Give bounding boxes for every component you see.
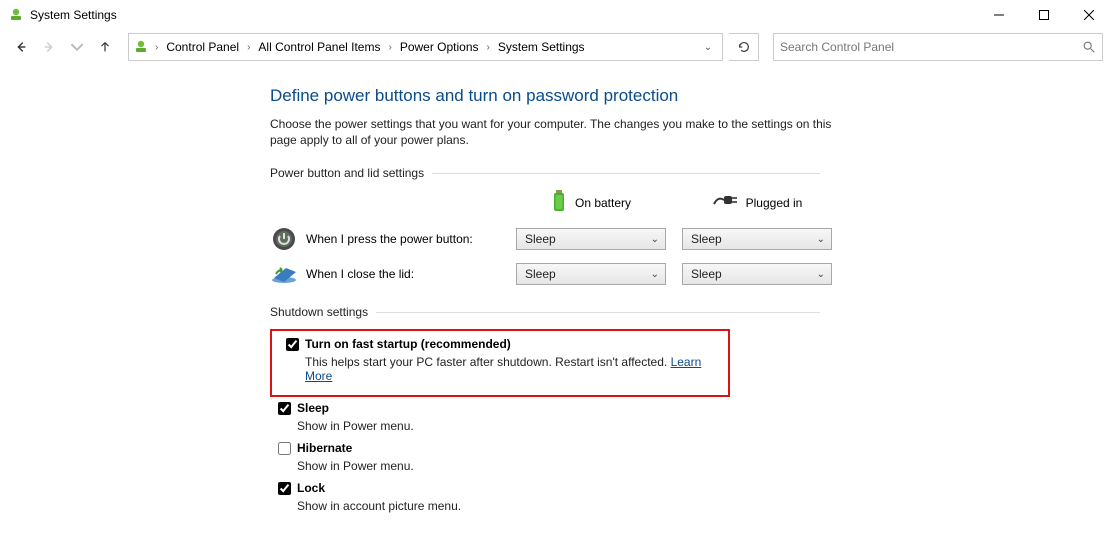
chevron-down-icon: ⌄ xyxy=(651,234,659,245)
window-title: System Settings xyxy=(30,8,117,22)
checkbox-fast-startup[interactable] xyxy=(286,338,299,351)
maximize-button[interactable] xyxy=(1021,1,1066,29)
select-lid-battery[interactable]: Sleep⌄ xyxy=(516,263,666,285)
chevron-right-icon[interactable]: › xyxy=(386,42,393,53)
label-sleep: Sleep xyxy=(297,401,329,415)
chevron-down-icon: ⌄ xyxy=(651,269,659,280)
forward-button[interactable] xyxy=(38,36,60,58)
minimize-button[interactable] xyxy=(976,1,1021,29)
section-heading-power-lid: Power button and lid settings xyxy=(270,166,820,180)
desc-hibernate: Show in Power menu. xyxy=(297,459,820,473)
label-fast-startup: Turn on fast startup (recommended) xyxy=(305,337,511,351)
lid-icon xyxy=(270,264,298,284)
chevron-down-icon: ⌄ xyxy=(817,269,825,280)
desc-sleep: Show in Power menu. xyxy=(297,419,820,433)
close-button[interactable] xyxy=(1066,1,1111,29)
power-button-icon xyxy=(270,227,298,251)
address-bar[interactable]: › Control Panel › All Control Panel Item… xyxy=(128,33,723,61)
main-content: Define power buttons and turn on passwor… xyxy=(0,68,1113,531)
power-settings-table: On battery Plugged in When I press the p… xyxy=(270,190,1103,285)
search-icon xyxy=(1082,40,1096,54)
checkbox-lock[interactable] xyxy=(278,482,291,495)
chevron-right-icon[interactable]: › xyxy=(485,42,492,53)
breadcrumb-item[interactable]: All Control Panel Items xyxy=(254,38,384,56)
title-bar: System Settings xyxy=(0,0,1113,30)
desc-fast-startup: This helps start your PC faster after sh… xyxy=(305,355,722,383)
column-header-battery: On battery xyxy=(516,190,666,215)
power-options-icon xyxy=(8,7,24,23)
checkbox-sleep[interactable] xyxy=(278,402,291,415)
desc-lock: Show in account picture menu. xyxy=(297,499,820,513)
plug-icon xyxy=(712,194,738,211)
row-lid-close: When I close the lid: xyxy=(270,264,500,284)
column-header-plugged: Plugged in xyxy=(682,194,832,211)
refresh-button[interactable] xyxy=(729,33,759,61)
power-options-icon xyxy=(133,39,149,55)
up-button[interactable] xyxy=(94,36,116,58)
chevron-down-icon: ⌄ xyxy=(817,234,825,245)
back-button[interactable] xyxy=(10,36,32,58)
chevron-right-icon[interactable]: › xyxy=(245,42,252,53)
breadcrumb-item[interactable]: Power Options xyxy=(396,38,483,56)
label-hibernate: Hibernate xyxy=(297,441,352,455)
label-lock: Lock xyxy=(297,481,325,495)
battery-icon xyxy=(551,190,567,215)
page-title: Define power buttons and turn on passwor… xyxy=(270,86,1103,106)
checkbox-hibernate[interactable] xyxy=(278,442,291,455)
select-power-plugged[interactable]: Sleep⌄ xyxy=(682,228,832,250)
breadcrumb-item[interactable]: Control Panel xyxy=(162,38,243,56)
page-description: Choose the power settings that you want … xyxy=(270,116,860,148)
recent-dropdown[interactable] xyxy=(66,36,88,58)
select-lid-plugged[interactable]: Sleep⌄ xyxy=(682,263,832,285)
search-box[interactable] xyxy=(773,33,1103,61)
breadcrumb-item[interactable]: System Settings xyxy=(494,38,589,56)
row-power-button: When I press the power button: xyxy=(270,227,500,251)
fast-startup-highlight: Turn on fast startup (recommended) This … xyxy=(270,329,730,397)
chevron-right-icon[interactable]: › xyxy=(153,42,160,53)
section-heading-shutdown: Shutdown settings xyxy=(270,305,820,319)
navigation-bar: › Control Panel › All Control Panel Item… xyxy=(0,30,1113,68)
address-dropdown[interactable]: ⌄ xyxy=(698,42,718,53)
search-input[interactable] xyxy=(780,40,1082,54)
select-power-battery[interactable]: Sleep⌄ xyxy=(516,228,666,250)
